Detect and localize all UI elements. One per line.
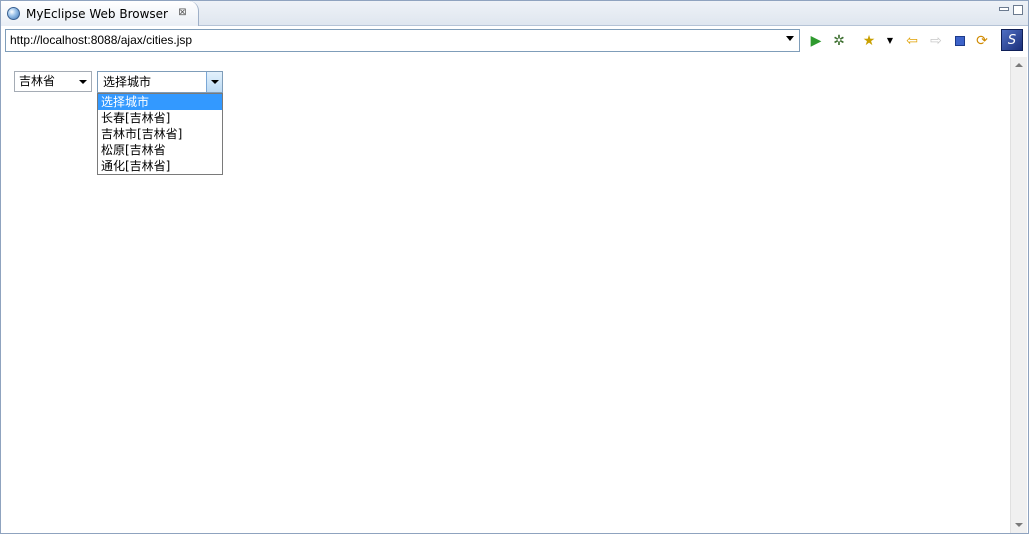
minimize-button[interactable] (999, 7, 1009, 11)
city-select[interactable]: 选择城市 (97, 71, 223, 93)
city-option[interactable]: 选择城市 (98, 94, 222, 110)
view-controls (999, 5, 1023, 15)
url-dropdown-icon[interactable] (786, 36, 794, 41)
city-select-value: 选择城市 (103, 75, 152, 89)
myeclipse-logo: S (1001, 29, 1023, 51)
province-select[interactable]: 吉林省 (14, 71, 92, 92)
stop-icon[interactable] (951, 32, 969, 50)
back-icon[interactable]: ⇦ (903, 32, 921, 50)
forward-icon[interactable]: ⇨ (927, 32, 945, 50)
browser-window: MyEclipse Web Browser ⊠ http://localhost… (0, 0, 1029, 534)
vertical-scrollbar[interactable] (1010, 57, 1027, 533)
browser-toolbar: http://localhost:8088/ajax/cities.jsp ▶ … (3, 28, 1028, 55)
browser-tab[interactable]: MyEclipse Web Browser ⊠ (1, 1, 199, 26)
city-option[interactable]: 松原[吉林省 (98, 142, 222, 158)
favorites-dropdown-icon[interactable]: ▼ (881, 32, 899, 50)
province-select-value: 吉林省 (19, 74, 56, 88)
chevron-down-icon (79, 80, 87, 84)
editor-tab-bar: MyEclipse Web Browser ⊠ (1, 1, 1028, 26)
scroll-up-icon[interactable] (1015, 63, 1023, 67)
scroll-down-icon[interactable] (1015, 523, 1023, 527)
close-icon[interactable]: ⊠ (177, 8, 188, 19)
city-dropdown-button[interactable] (206, 72, 222, 92)
run-icon[interactable]: ▶ (807, 32, 825, 50)
stop-square (955, 36, 965, 46)
debug-icon[interactable]: ✲ (830, 32, 848, 50)
city-option[interactable]: 通化[吉林省] (98, 158, 222, 174)
city-option[interactable]: 吉林市[吉林省] (98, 126, 222, 142)
favorites-icon[interactable]: ★ (860, 32, 878, 50)
tab-title: MyEclipse Web Browser (26, 6, 168, 21)
city-dropdown-list: 选择城市 长春[吉林省] 吉林市[吉林省] 松原[吉林省 通化[吉林省] (97, 93, 223, 175)
refresh-icon[interactable]: ⟳ (973, 32, 991, 50)
globe-icon (7, 7, 20, 20)
maximize-button[interactable] (1013, 5, 1023, 15)
url-input[interactable]: http://localhost:8088/ajax/cities.jsp (5, 29, 800, 52)
city-option[interactable]: 长春[吉林省] (98, 110, 222, 126)
